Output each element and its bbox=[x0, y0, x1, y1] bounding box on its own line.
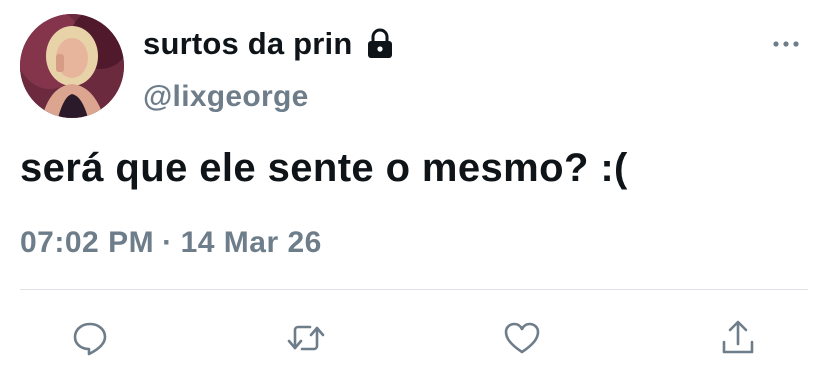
tweet-date: 14 Mar 26 bbox=[180, 226, 322, 259]
tweet-card: surtos da prin @lixgeorge será que ele s… bbox=[0, 0, 828, 378]
tweet-time: 07:02 PM bbox=[20, 226, 155, 259]
avatar-image bbox=[20, 14, 124, 118]
reply-icon bbox=[73, 322, 107, 356]
divider bbox=[20, 289, 808, 290]
lock-icon bbox=[365, 28, 395, 60]
retweet-button[interactable] bbox=[284, 316, 328, 360]
user-handle[interactable]: @lixgeorge bbox=[143, 80, 309, 114]
tweet-timestamp[interactable]: 07:02 PM · 14 Mar 26 bbox=[20, 226, 322, 260]
tweet-text: será que ele sente o mesmo? :( bbox=[20, 146, 628, 190]
like-icon bbox=[504, 322, 540, 354]
share-button[interactable] bbox=[716, 316, 760, 360]
retweet-icon bbox=[287, 325, 325, 351]
meta-separator: · bbox=[162, 226, 173, 259]
action-bar bbox=[0, 316, 828, 360]
more-options-icon[interactable] bbox=[772, 36, 800, 52]
share-icon bbox=[722, 320, 754, 354]
display-name[interactable]: surtos da prin bbox=[143, 26, 353, 62]
display-name-row: surtos da prin bbox=[143, 26, 395, 62]
reply-button[interactable] bbox=[68, 316, 112, 360]
avatar[interactable] bbox=[20, 14, 124, 118]
like-button[interactable] bbox=[500, 316, 544, 360]
